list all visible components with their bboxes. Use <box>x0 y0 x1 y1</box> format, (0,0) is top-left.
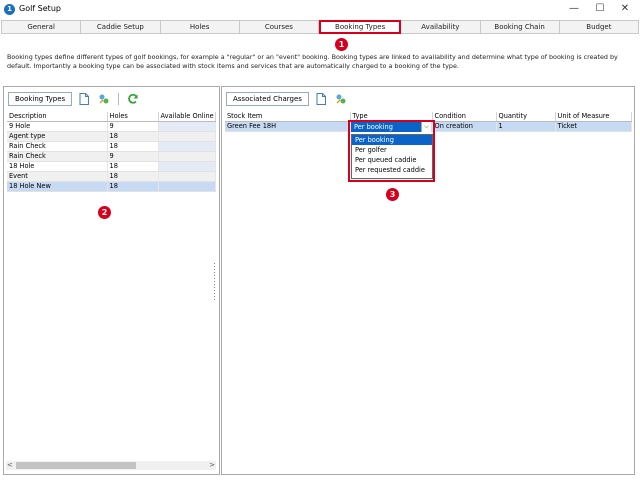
cell-available-online[interactable] <box>158 141 216 152</box>
title-bar: 1 Golf Setup — ☐ ✕ <box>0 0 640 18</box>
table-row[interactable]: Rain Check 9 <box>7 151 216 162</box>
column-header-stock-item[interactable]: Stock Item <box>225 112 351 122</box>
table-row[interactable]: Rain Check 18 <box>7 141 216 152</box>
callout-badge-3: 3 <box>386 188 399 201</box>
column-header-unit-of-measure[interactable]: Unit of Measure <box>555 112 632 122</box>
cell-available-online[interactable] <box>158 131 216 142</box>
cell-available-online[interactable] <box>158 151 216 162</box>
refresh-icon[interactable] <box>127 93 139 105</box>
cell-description: 18 Hole <box>7 161 108 172</box>
tab-bar: General Caddie Setup Holes Courses Booki… <box>1 20 639 34</box>
cell-holes: 18 <box>107 161 159 172</box>
scroll-left-arrow-icon[interactable]: < <box>7 461 13 470</box>
page-description: Booking types define different types of … <box>7 53 618 70</box>
table-row[interactable]: Event 18 <box>7 171 216 182</box>
associated-charges-toolbar: Associated Charges <box>226 91 355 107</box>
cell-description: 18 Hole New <box>7 181 108 192</box>
tab-general[interactable]: General <box>1 20 82 34</box>
column-header-holes[interactable]: Holes <box>107 112 159 122</box>
tab-budget[interactable]: Budget <box>559 20 639 34</box>
cell-available-online[interactable] <box>158 161 216 172</box>
tab-caddie-setup[interactable]: Caddie Setup <box>81 20 161 34</box>
cell-quantity: 1 <box>496 121 556 132</box>
cell-description: 9 Hole <box>7 121 108 132</box>
new-document-icon[interactable] <box>315 93 327 105</box>
booking-types-toolbar: Booking Types <box>8 91 147 107</box>
cell-holes: 9 <box>107 121 159 132</box>
horizontal-scrollbar[interactable]: < > <box>6 461 216 470</box>
table-row[interactable]: 18 Hole 18 <box>7 161 216 172</box>
associated-charges-label: Associated Charges <box>226 92 309 106</box>
grid-header-row: Description Holes Available Online <box>7 112 216 122</box>
cell-holes: 9 <box>107 151 159 162</box>
cell-unit-of-measure: Ticket <box>555 121 632 132</box>
toolbar-separator <box>118 93 120 105</box>
callout-badge-1: 1 <box>335 38 348 51</box>
tab-booking-types[interactable]: Booking Types <box>319 20 402 34</box>
booking-types-label: Booking Types <box>8 92 73 106</box>
column-header-quantity[interactable]: Quantity <box>496 112 556 122</box>
cell-description: Rain Check <box>7 141 108 152</box>
maximize-button[interactable]: ☐ <box>589 2 611 16</box>
highlight-box <box>348 120 435 182</box>
cell-holes: 18 <box>107 131 159 142</box>
tab-holes[interactable]: Holes <box>160 20 240 34</box>
table-row[interactable]: Agent type 18 <box>7 131 216 142</box>
cell-available-online[interactable] <box>158 171 216 182</box>
column-header-available-online[interactable]: Available Online <box>158 112 216 122</box>
cell-description: Rain Check <box>7 151 108 162</box>
cell-holes: 18 <box>107 141 159 152</box>
cell-holes: 18 <box>107 171 159 182</box>
tab-courses[interactable]: Courses <box>239 20 319 34</box>
table-row[interactable]: 9 Hole 9 <box>7 121 216 132</box>
cell-available-online[interactable] <box>158 181 216 192</box>
column-header-condition[interactable]: Condition <box>432 112 497 122</box>
cell-stock-item: Green Fee 18H <box>225 121 351 132</box>
scroll-right-arrow-icon[interactable]: > <box>209 461 215 470</box>
panel-splitter-handle[interactable] <box>213 262 216 300</box>
cell-condition: On creation <box>432 121 497 132</box>
cell-description: Agent type <box>7 131 108 142</box>
cell-description: Event <box>7 171 108 182</box>
cell-holes: 18 <box>107 181 159 192</box>
tab-availability[interactable]: Availability <box>401 20 481 34</box>
booking-types-grid: Description Holes Available Online 9 Hol… <box>7 112 216 192</box>
link-icon[interactable] <box>98 93 110 105</box>
cell-available-online[interactable] <box>158 121 216 132</box>
minimize-button[interactable]: — <box>563 2 585 16</box>
column-header-description[interactable]: Description <box>7 112 108 122</box>
window-title: Golf Setup <box>19 4 61 13</box>
scrollbar-thumb[interactable] <box>16 462 136 469</box>
app-logo-icon: 1 <box>4 4 15 15</box>
link-icon[interactable] <box>335 93 347 105</box>
table-row-selected[interactable]: 18 Hole New 18 <box>7 181 216 192</box>
callout-badge-2: 2 <box>98 206 111 219</box>
new-document-icon[interactable] <box>78 93 90 105</box>
tab-booking-chain[interactable]: Booking Chain <box>480 20 560 34</box>
close-button[interactable]: ✕ <box>614 2 636 16</box>
